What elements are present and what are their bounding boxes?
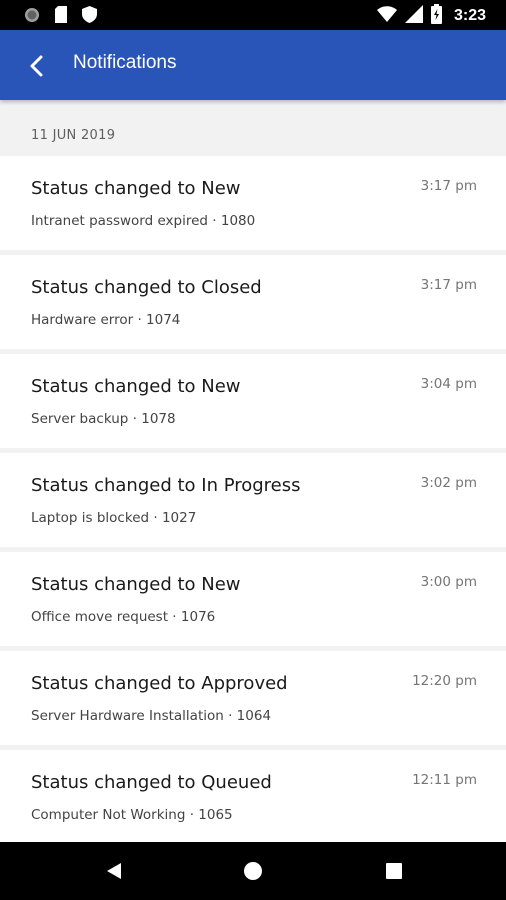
battery-icon <box>430 4 442 28</box>
page-title: Notifications <box>73 52 177 73</box>
chevron-left-icon <box>22 55 54 86</box>
notification-time: 3:04 pm <box>420 376 477 392</box>
notification-time: 12:20 pm <box>412 673 477 689</box>
shield-icon <box>82 6 97 27</box>
notification-title: Status changed to Approved <box>31 673 288 694</box>
circle-home-icon <box>242 862 264 886</box>
notification-time: 12:11 pm <box>412 772 477 788</box>
sync-icon <box>24 7 40 27</box>
notification-time: 3:17 pm <box>420 178 477 194</box>
notification-subtitle: Server backup · 1078 <box>31 411 176 427</box>
notification-title: Status changed to New <box>31 376 241 397</box>
wifi-icon <box>376 6 397 26</box>
nav-recents-button[interactable] <box>383 860 405 882</box>
date-header: 11 JUN 2019 <box>31 128 116 143</box>
notification-subtitle: Laptop is blocked · 1027 <box>31 510 197 526</box>
notification-subtitle: Computer Not Working · 1065 <box>31 807 233 823</box>
notification-subtitle: Intranet password expired · 1080 <box>31 213 256 229</box>
notification-title: Status changed to New <box>31 574 241 595</box>
notification-item[interactable]: Status changed to Queued Computer Not Wo… <box>0 750 506 844</box>
notification-subtitle: Hardware error · 1074 <box>31 312 181 328</box>
notification-time: 3:00 pm <box>420 574 477 590</box>
clock-time: 3:23 <box>453 7 486 24</box>
notification-item[interactable]: Status changed to New Intranet password … <box>0 156 506 250</box>
notification-subtitle: Server Hardware Installation · 1064 <box>31 708 272 724</box>
notification-title: Status changed to In Progress <box>31 475 301 496</box>
notification-list: Status changed to New Intranet password … <box>0 156 506 849</box>
status-bar: 3:23 <box>0 0 506 30</box>
signal-icon <box>404 5 423 27</box>
nav-back-button[interactable] <box>103 860 125 882</box>
nav-home-button[interactable] <box>242 860 264 882</box>
notification-title: Status changed to Closed <box>31 277 262 298</box>
notification-time: 3:02 pm <box>420 475 477 491</box>
notification-subtitle: Office move request · 1076 <box>31 609 216 625</box>
app-bar: Notifications <box>0 30 506 100</box>
triangle-back-icon <box>103 863 125 886</box>
notification-item[interactable]: Status changed to New Office move reques… <box>0 552 506 646</box>
notification-item[interactable]: Status changed to Closed Hardware error … <box>0 255 506 349</box>
notification-item[interactable]: Status changed to In Progress Laptop is … <box>0 453 506 547</box>
notification-item[interactable]: Status changed to Approved Server Hardwa… <box>0 651 506 745</box>
sd-card-icon <box>54 6 68 27</box>
notification-time: 3:17 pm <box>420 277 477 293</box>
square-recents-icon <box>383 863 405 886</box>
notification-item[interactable]: Status changed to New Server backup · 10… <box>0 354 506 448</box>
notification-title: Status changed to Queued <box>31 772 272 793</box>
back-button[interactable] <box>22 50 54 82</box>
system-nav-bar <box>0 842 506 900</box>
notification-title: Status changed to New <box>31 178 241 199</box>
